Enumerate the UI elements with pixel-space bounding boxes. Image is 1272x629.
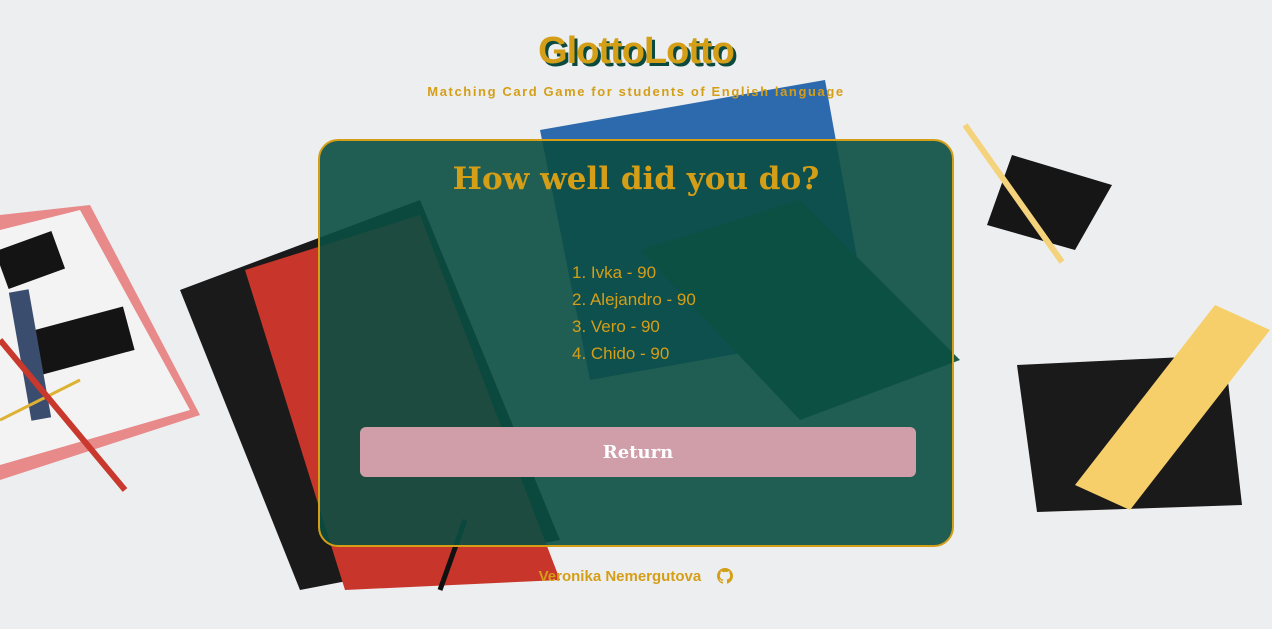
footer: Veronika Nemergutova	[0, 568, 1272, 585]
score-item: 2. Alejandro - 90	[572, 290, 696, 309]
author-name: Veronika Nemergutova	[538, 568, 702, 585]
app-title: GlottoLotto	[538, 30, 735, 72]
results-card: How well did you do? 1. Ivka - 90 2. Ale…	[318, 139, 954, 547]
score-item: 1. Ivka - 90	[572, 263, 657, 282]
book-illustration	[0, 205, 200, 492]
scores-list: 1. Ivka - 90 2. Alejandro - 90 3. Vero -…	[572, 259, 696, 367]
header: GlottoLotto Matching Card Game for stude…	[0, 28, 1272, 99]
github-icon	[717, 568, 734, 584]
score-item: 3. Vero - 90	[572, 317, 660, 336]
github-link[interactable]	[705, 568, 734, 585]
results-title: How well did you do?	[452, 161, 820, 197]
return-button[interactable]: Return	[360, 427, 916, 477]
score-item: 4. Chido - 90	[572, 344, 670, 363]
app-subtitle: Matching Card Game for students of Engli…	[427, 84, 845, 99]
